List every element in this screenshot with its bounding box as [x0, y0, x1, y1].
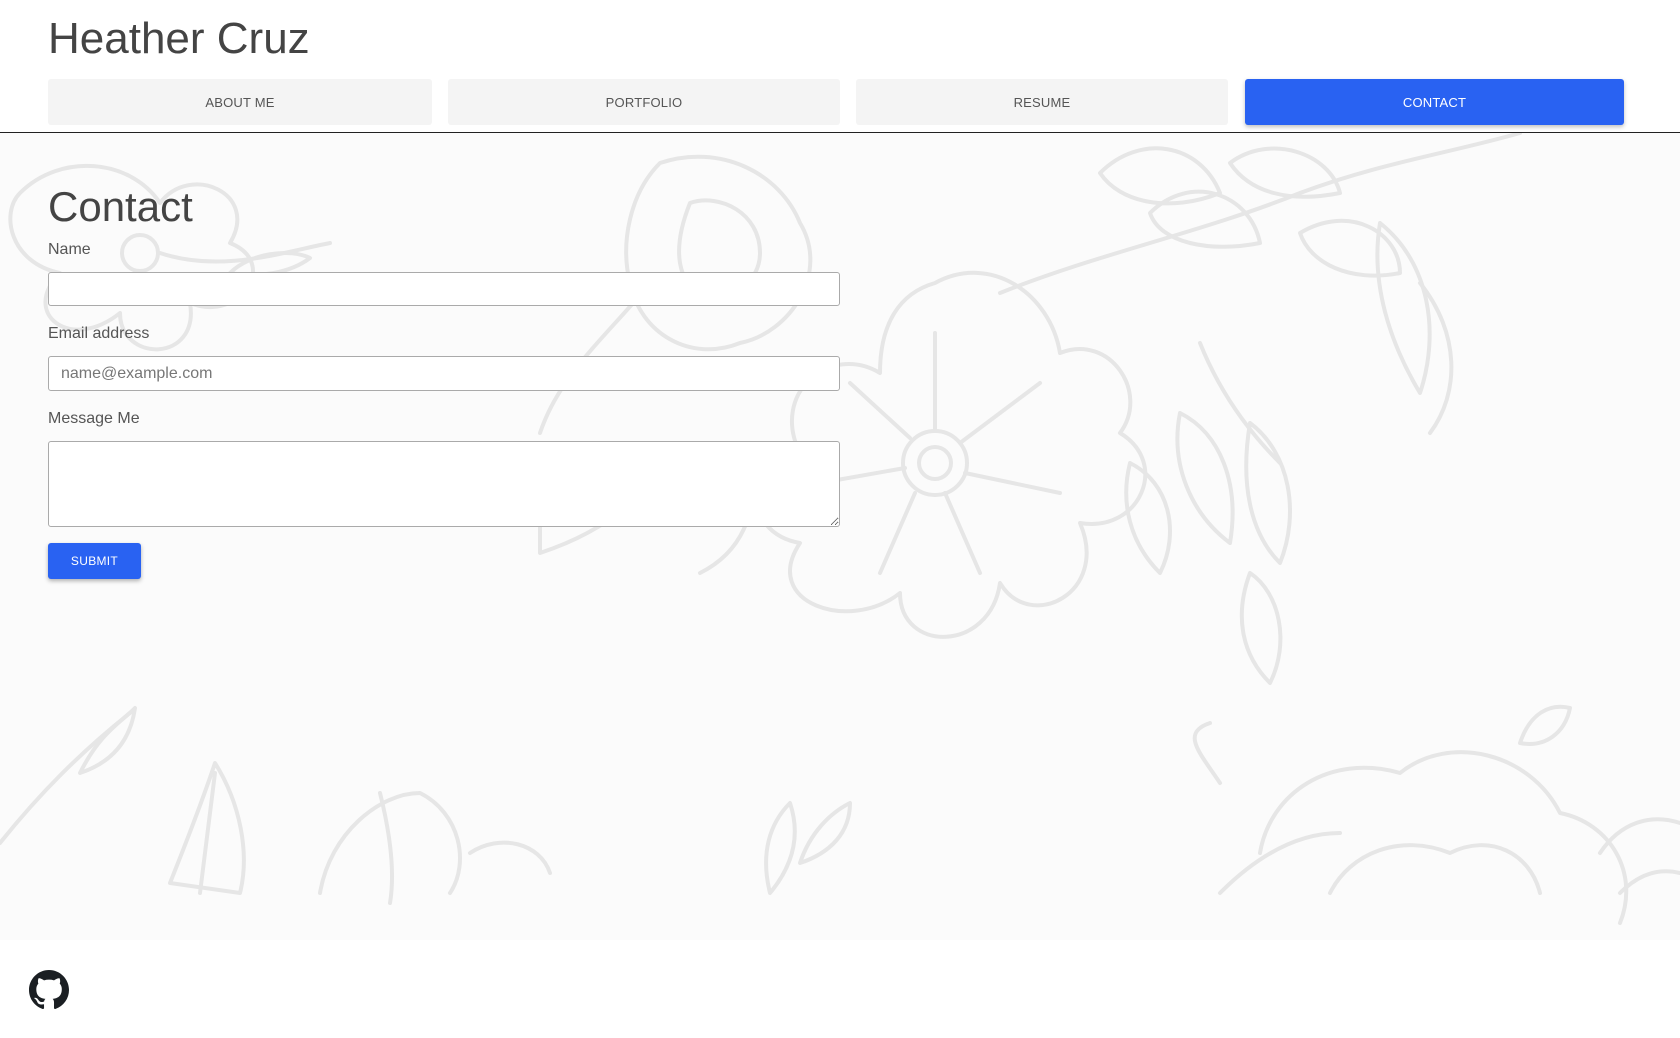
message-label: Message Me [48, 410, 140, 427]
nav-tab-portfolio[interactable]: PORTFOLIO [448, 79, 840, 125]
page: Heather Cruz ABOUT ME PORTFOLIO RESUME C… [0, 0, 1680, 1038]
nav-tab-about-me[interactable]: ABOUT ME [48, 79, 432, 125]
floral-background-illustration [0, 133, 1680, 925]
site-title: Heather Cruz [48, 14, 310, 63]
site-footer [0, 940, 1680, 1038]
github-icon [29, 970, 69, 1010]
email-label: Email address [48, 325, 150, 342]
site-header: Heather Cruz ABOUT ME PORTFOLIO RESUME C… [0, 0, 1680, 133]
main-content: Contact Name Email address Message Me SU… [0, 133, 1680, 940]
submit-button[interactable]: SUBMIT [48, 543, 141, 579]
email-input[interactable] [48, 356, 840, 391]
main-nav: ABOUT ME PORTFOLIO RESUME CONTACT [48, 79, 1624, 125]
name-input[interactable] [48, 272, 840, 306]
contact-heading: Contact [48, 183, 193, 230]
nav-tab-contact[interactable]: CONTACT [1245, 79, 1624, 125]
message-textarea[interactable] [48, 441, 840, 527]
nav-tab-resume[interactable]: RESUME [856, 79, 1228, 125]
github-link[interactable] [29, 970, 69, 1010]
name-label: Name [48, 241, 91, 258]
